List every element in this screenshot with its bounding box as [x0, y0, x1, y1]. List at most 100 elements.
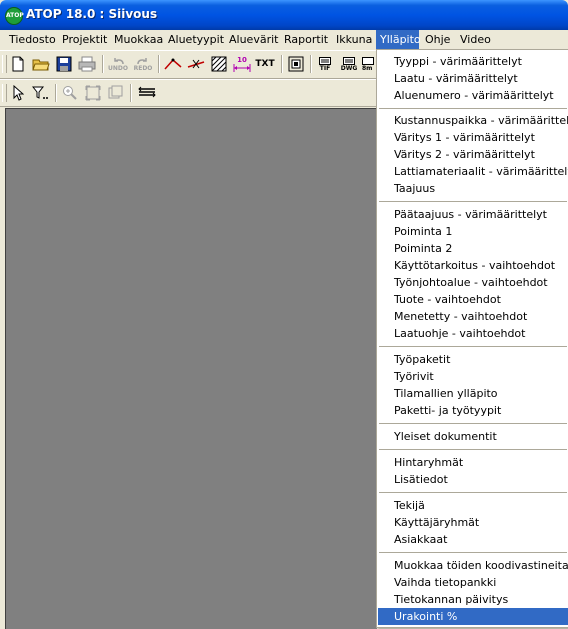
menu-item-urakointi[interactable]: Urakointi %: [378, 608, 568, 625]
tif-label: TIF: [319, 64, 331, 72]
delete-line-button[interactable]: [185, 54, 207, 74]
draw-polyline-button[interactable]: [162, 54, 184, 74]
menu-ohje[interactable]: Ohje: [421, 30, 454, 49]
menu-muokkaa[interactable]: Muokkaa: [110, 30, 167, 49]
text-button[interactable]: TXT: [253, 54, 277, 74]
drawing-workspace[interactable]: [5, 108, 377, 629]
export-dwg-button[interactable]: DWG: [338, 54, 360, 74]
menu-item-tuote-vaihtoehdot[interactable]: Tuote - vaihtoehdot: [378, 291, 568, 308]
menu-ikkuna[interactable]: Ikkuna: [332, 30, 376, 49]
export-extra-button[interactable]: 8m: [362, 54, 376, 74]
app-logo-icon: ATOP: [5, 7, 24, 25]
zoom-extents-icon: [85, 85, 101, 101]
layers-icon: [138, 86, 156, 98]
menu-separator: [379, 449, 567, 450]
menu-separator: [379, 492, 567, 493]
yllapito-dropdown-menu: Tyyppi - värimäärittelyt Laatu - värimää…: [376, 49, 568, 628]
polyline-icon: [164, 58, 182, 70]
menu-item-tyopaketit[interactable]: Työpaketit: [378, 351, 568, 368]
tif-image-icon: [319, 56, 331, 65]
menu-item-tilamallien-yllapito[interactable]: Tilamallien ylläpito: [378, 385, 568, 402]
toolbar-separator: [102, 55, 104, 73]
menu-tiedosto[interactable]: Tiedosto: [5, 30, 60, 49]
zoom-window-button[interactable]: [105, 83, 127, 103]
zoom-in-button[interactable]: [59, 83, 81, 103]
menu-item-lattiamateriaalit-varimaarittelyt[interactable]: Lattiamateriaalit - värimäärittelyt: [378, 163, 568, 180]
filter-funnel-icon: [32, 86, 48, 99]
menu-bar: Tiedosto Projektit Muokkaa Aluetyypit Al…: [0, 30, 568, 49]
dimension-label: 10: [237, 55, 247, 64]
menu-yllapito[interactable]: Ylläpito: [376, 30, 421, 49]
menu-aluetyypit[interactable]: Aluetyypit: [164, 30, 228, 49]
print-button[interactable]: [76, 54, 98, 74]
menu-item-tyorivit[interactable]: Työrivit: [378, 368, 568, 385]
menu-separator: [379, 423, 567, 424]
dimension-icon: [233, 63, 251, 72]
text-label: TXT: [255, 59, 275, 69]
toolbar-separator: [310, 55, 312, 73]
printer-icon: [78, 56, 96, 72]
redo-label: REDO: [133, 64, 153, 72]
menu-item-tietokannan-paivitys[interactable]: Tietokannan päivitys: [378, 591, 568, 608]
delete-line-icon: [187, 59, 205, 69]
extra-export-label: 8m: [362, 64, 373, 72]
menu-item-vaihda-tietopankki[interactable]: Vaihda tietopankki: [378, 574, 568, 591]
menu-item-poiminta-2[interactable]: Poiminta 2: [378, 240, 568, 257]
save-button[interactable]: [53, 54, 75, 74]
hatch-button[interactable]: [208, 54, 230, 74]
menu-item-hintaryhmat[interactable]: Hintaryhmät: [378, 454, 568, 471]
menu-video[interactable]: Video: [456, 30, 495, 49]
menu-item-varitys1-varimaarittelyt[interactable]: Väritys 1 - värimäärittelyt: [378, 129, 568, 146]
extra-export-icon: [362, 56, 374, 65]
toolbar-separator: [158, 55, 160, 73]
menu-raportit[interactable]: Raportit: [280, 30, 332, 49]
menu-item-paataajuus-varimaarittelyt[interactable]: Päätaajuus - värimäärittelyt: [378, 206, 568, 223]
menu-separator: [379, 201, 567, 202]
menu-item-kustannuspaikka-varimaarittelyt[interactable]: Kustannuspaikka - värimäärittelyt: [378, 112, 568, 129]
layers-button[interactable]: [136, 83, 158, 103]
menu-item-lisatiedot[interactable]: Lisätiedot: [378, 471, 568, 488]
menu-item-taajuus[interactable]: Taajuus: [378, 180, 568, 197]
menu-item-laatu-varimaarittelyt[interactable]: Laatu - värimäärittelyt: [378, 70, 568, 87]
new-file-icon: [12, 56, 24, 72]
menu-item-yleiset-dokumentit[interactable]: Yleiset dokumentit: [378, 428, 568, 445]
menu-item-poiminta-1[interactable]: Poiminta 1: [378, 223, 568, 240]
menu-item-paketti-ja-tyotyypit[interactable]: Paketti- ja työtyypit: [378, 402, 568, 419]
menu-item-aluenumero-varimaarittelyt[interactable]: Aluenumero - värimäärittelyt: [378, 87, 568, 104]
pointer-arrow-icon: [13, 85, 24, 101]
undo-button[interactable]: UNDO: [106, 54, 130, 74]
menu-separator: [379, 346, 567, 347]
export-tif-button[interactable]: TIF: [314, 54, 336, 74]
open-file-button[interactable]: [30, 54, 52, 74]
menu-item-kayttotarkoitus-vaihtoehdot[interactable]: Käyttötarkoitus - vaihtoehdot: [378, 257, 568, 274]
menu-item-varitys2-varimaarittelyt[interactable]: Väritys 2 - värimäärittelyt: [378, 146, 568, 163]
title-bar[interactable]: ATOP ATOP 18.0 : Siivous: [0, 0, 568, 30]
dimension-button[interactable]: 10: [231, 54, 253, 74]
filter-button[interactable]: [30, 83, 52, 103]
menu-item-muokkaa-koodivastineita[interactable]: Muokkaa töiden koodivastineita: [378, 557, 568, 574]
zoom-window-icon: [108, 85, 123, 99]
menu-item-tyyppi-varimaarittelyt[interactable]: Tyyppi - värimäärittelyt: [378, 53, 568, 70]
redo-button[interactable]: REDO: [131, 54, 155, 74]
menu-item-asiakkaat[interactable]: Asiakkaat: [378, 531, 568, 548]
open-folder-icon: [32, 59, 50, 71]
frame-button[interactable]: [285, 54, 307, 74]
menu-separator: [379, 552, 567, 553]
zoom-extents-button[interactable]: [82, 83, 104, 103]
new-file-button[interactable]: [7, 54, 29, 74]
toolbar-separator: [281, 55, 283, 73]
menu-item-tyonjohtoalue-vaihtoehdot[interactable]: Työnjohtoalue - vaihtoehdot: [378, 274, 568, 291]
menu-aluevarit[interactable]: Aluevärit: [225, 30, 282, 49]
menu-item-tekija[interactable]: Tekijä: [378, 497, 568, 514]
menu-projektit[interactable]: Projektit: [58, 30, 111, 49]
menu-separator: [379, 108, 567, 109]
menu-item-kayttajaryhmat[interactable]: Käyttäjäryhmät: [378, 514, 568, 531]
undo-arrow-icon: [114, 57, 124, 64]
toolbar-separator: [130, 84, 132, 102]
undo-label: UNDO: [108, 64, 128, 72]
menu-item-menetetty-vaihtoehdot[interactable]: Menetetty - vaihtoehdot: [378, 308, 568, 325]
window-title: ATOP 18.0 : Siivous: [26, 7, 158, 21]
select-pointer-button[interactable]: [7, 83, 29, 103]
menu-item-laatuohje-vaihtoehdot[interactable]: Laatuohje - vaihtoehdot: [378, 325, 568, 342]
toolbar-separator: [55, 84, 57, 102]
